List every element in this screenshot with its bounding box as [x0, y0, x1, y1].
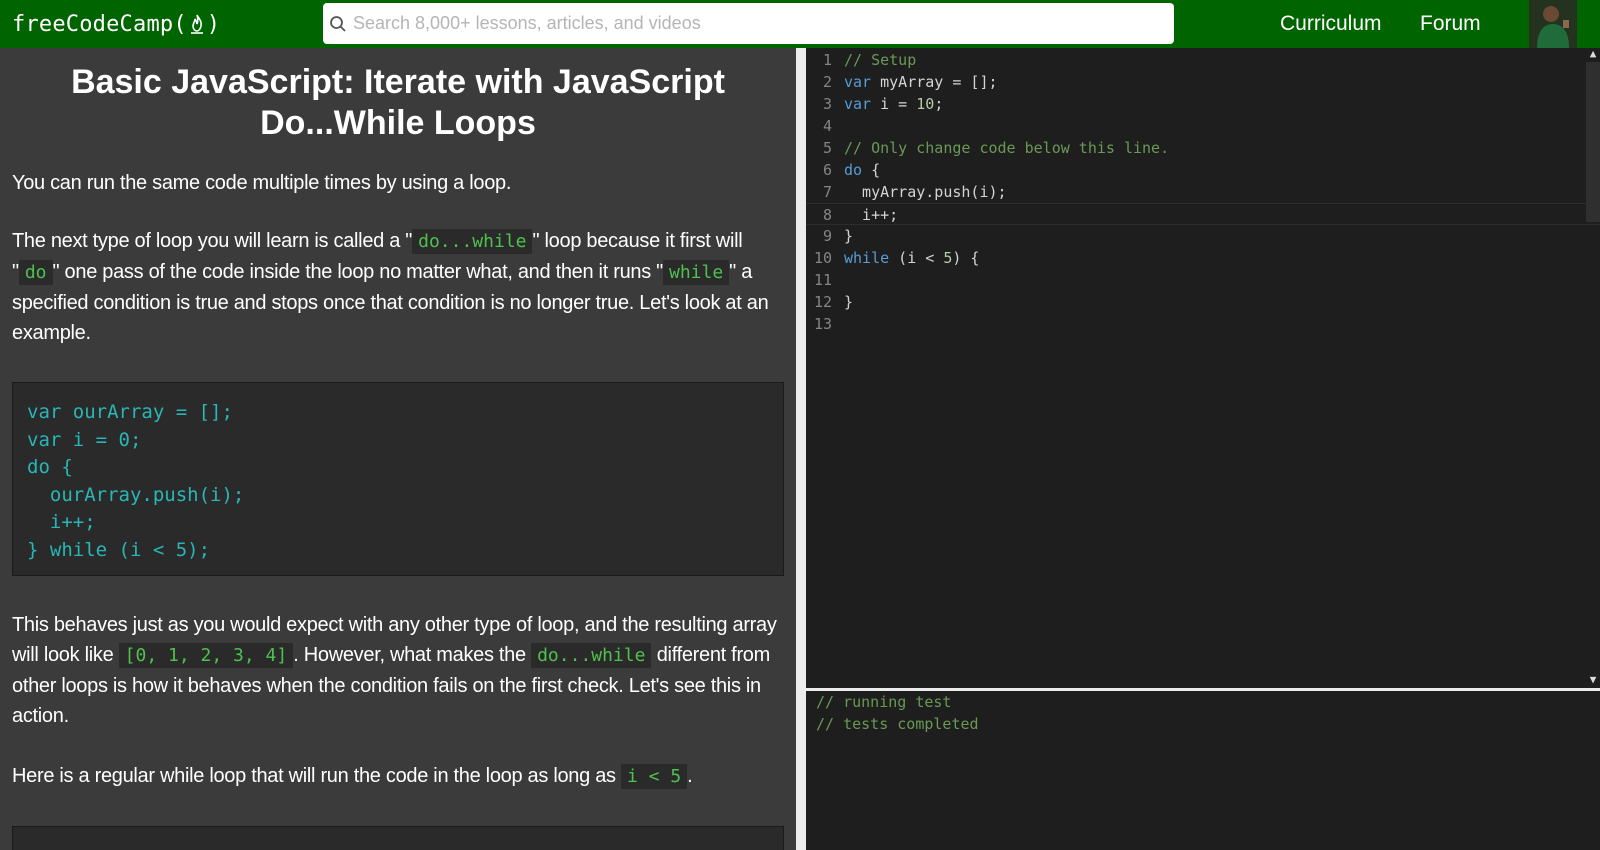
explanation-paragraph: This behaves just as you would expect wi… [0, 610, 796, 731]
code-token: myArray = []; [871, 73, 998, 91]
inline-code: while [662, 260, 730, 285]
code-token: (i < [889, 249, 944, 267]
code-line[interactable]: 2 var myArray = []; [806, 71, 1600, 93]
output-line: // running test [816, 693, 952, 711]
nav-link-curriculum[interactable]: Curriculum [1280, 0, 1382, 48]
code-token: ) { [952, 249, 980, 267]
code-line[interactable]: 6 do { [806, 159, 1600, 181]
scroll-down-arrow-icon[interactable]: ▼ [1587, 674, 1599, 686]
text: " one pass of the code inside the loop n… [52, 261, 664, 283]
code-token: 10 [916, 95, 935, 113]
code-line[interactable]: 4 [806, 115, 1600, 137]
line-number: 3 [822, 95, 832, 113]
test-output-panel: // running test // tests completed [806, 691, 1600, 850]
text: Here is a regular while loop that will r… [12, 765, 621, 787]
line-number: 7 [822, 183, 832, 201]
nav-link-forum[interactable]: Forum [1420, 0, 1481, 48]
code-token: { [862, 161, 881, 179]
code-line[interactable]: 12} [806, 291, 1600, 313]
code-editor[interactable]: ▲ ▼ 1// Setup 2 var myArray = []; 3 var i = … [806, 48, 1600, 688]
line-number: 10 [813, 249, 832, 267]
code-token: myArray.push(i); [844, 183, 1007, 201]
line-number: 4 [822, 117, 832, 135]
while-loop-paragraph: Here is a regular while loop that will r… [0, 761, 796, 792]
vertical-resize-handle[interactable] [796, 48, 806, 850]
code-token: var [844, 95, 872, 113]
inline-code: do [18, 260, 53, 285]
instructions-panel[interactable]: Basic JavaScript: Iterate with JavaScrip… [0, 48, 796, 850]
text: The next type of loop you will learn is … [12, 230, 413, 252]
avatar[interactable] [1529, 0, 1577, 48]
description-paragraph: The next type of loop you will learn is … [0, 226, 796, 348]
code-line[interactable]: 10 while (i < 5) { [806, 247, 1600, 269]
freecodecamp-logo[interactable]: freeCodeCamp( ) [0, 12, 320, 37]
inline-code: [0, 1, 2, 3, 4] [118, 643, 294, 668]
code-token: i++; [844, 206, 899, 224]
code-token: } [844, 293, 854, 311]
code-line[interactable]: 8 i++; [806, 203, 1600, 225]
code-token: } [844, 227, 854, 245]
output-line: // tests completed [816, 715, 979, 733]
navbar: freeCodeCamp( ) Curriculum Forum [0, 0, 1600, 48]
search-icon [323, 15, 353, 33]
logo-text-right: ) [206, 11, 221, 37]
code-token: do [844, 161, 863, 179]
code-line[interactable]: 11 [806, 269, 1600, 291]
code-line[interactable]: 9} [806, 225, 1600, 247]
line-number: 1 [822, 51, 832, 69]
inline-code: do...while [412, 229, 533, 254]
line-number: 8 [822, 206, 832, 224]
code-token: ; [934, 95, 944, 113]
text: . However, what makes the [293, 644, 532, 666]
code-token: // Setup [844, 51, 917, 69]
line-number: 6 [822, 161, 832, 179]
line-number: 11 [813, 271, 832, 289]
intro-paragraph: You can run the same code multiple times… [12, 172, 512, 194]
flame-icon [188, 13, 206, 35]
code-line[interactable]: 1 // Setup [806, 49, 1600, 71]
code-line[interactable]: 5 // Only change code below this line. [806, 137, 1600, 159]
code-line[interactable]: 7 myArray.push(i); [806, 181, 1600, 203]
search-input[interactable] [353, 13, 1153, 34]
code-token: var [844, 73, 872, 91]
page-title: Basic JavaScript: Iterate with JavaScrip… [71, 63, 725, 142]
search-bar[interactable] [323, 3, 1174, 44]
line-number: 12 [813, 293, 832, 311]
code-line[interactable]: 3 var i = 10; [806, 93, 1600, 115]
inline-code: i < 5 [620, 764, 688, 789]
example-code-block: var ourArray = []; var i = 0; do { ourAr… [12, 382, 784, 576]
code-token: i = [871, 95, 917, 113]
code-token: // Only change code below this line. [844, 139, 1170, 157]
text: . [687, 765, 693, 787]
line-number: 5 [822, 139, 832, 157]
code-line[interactable]: 13 [806, 313, 1600, 335]
line-number: 13 [813, 315, 832, 333]
inline-code: do...while [531, 643, 652, 668]
second-code-block [12, 826, 784, 850]
line-number: 9 [822, 227, 832, 245]
line-number: 2 [822, 73, 832, 91]
logo-text-left: freeCodeCamp( [12, 11, 187, 37]
code-token: while [844, 249, 890, 267]
